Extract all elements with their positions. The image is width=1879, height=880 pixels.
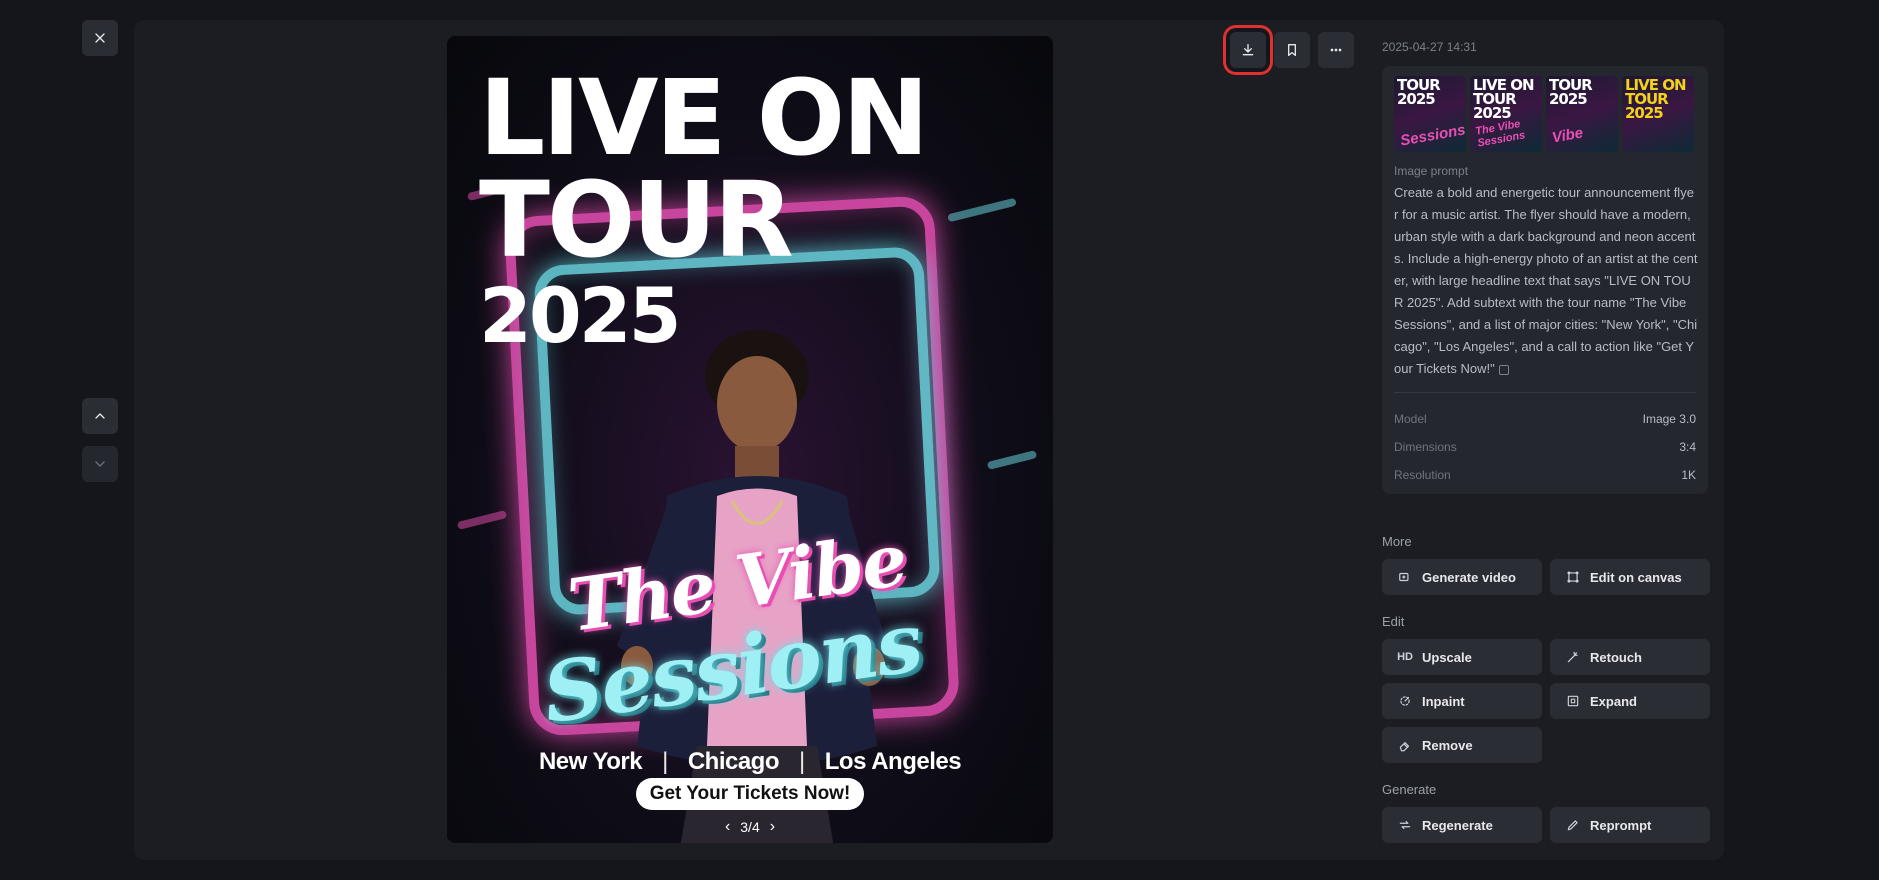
meta-row-resolution: Resolution 1K xyxy=(1394,468,1696,482)
headline-line-2: TOUR xyxy=(479,159,794,281)
more-horizontal-icon xyxy=(1330,48,1342,52)
image-pager: ‹ 3/4 › xyxy=(447,818,1053,836)
thumbnail[interactable]: LIVE ON TOUR 2025 The Vibe Sessions xyxy=(1470,76,1542,152)
thumbnail-script: Sessions xyxy=(1399,121,1466,150)
button-label: Upscale xyxy=(1422,649,1472,665)
prompt-body: Create a bold and energetic tour announc… xyxy=(1394,185,1698,376)
meta-row-dimensions: Dimensions 3:4 xyxy=(1394,440,1696,454)
bookmark-icon xyxy=(1288,44,1296,56)
retouch-button[interactable]: Retouch xyxy=(1550,639,1710,675)
city-label: Los Angeles xyxy=(824,748,962,775)
generate-video-button[interactable]: Generate video xyxy=(1382,559,1542,595)
button-label: Edit on canvas xyxy=(1590,569,1682,585)
divider xyxy=(1394,392,1696,393)
button-label: Reprompt xyxy=(1590,817,1652,833)
upscale-button[interactable]: HD Upscale xyxy=(1382,639,1542,675)
download-icon xyxy=(1242,44,1254,56)
bookmark-button[interactable] xyxy=(1274,32,1310,68)
timestamp: 2025-04-27 14:31 xyxy=(1382,40,1477,54)
chevron-up-icon xyxy=(95,413,105,419)
section-label-generate: Generate xyxy=(1382,782,1437,797)
expand-icon xyxy=(1566,694,1580,708)
neon-streak xyxy=(986,450,1038,470)
eraser-icon xyxy=(1398,738,1412,752)
next-image-button[interactable] xyxy=(82,446,118,482)
pencil-icon xyxy=(1566,818,1580,832)
regenerate-icon xyxy=(1398,818,1412,832)
chevron-down-icon xyxy=(95,461,105,467)
city-label: Chicago xyxy=(687,748,780,775)
button-label: Expand xyxy=(1590,693,1637,709)
generated-image[interactable]: LIVE ON TOUR 2025 The Vibe Sessions New … xyxy=(447,36,1053,843)
close-button[interactable] xyxy=(82,20,118,56)
thumbnail[interactable]: TOUR 2025 Vibe xyxy=(1546,76,1618,152)
meta-value: 1K xyxy=(1681,468,1696,482)
thumbnail[interactable]: LIVE ON TOUR 2025 xyxy=(1622,76,1694,152)
meta-value: 3:4 xyxy=(1679,440,1696,454)
meta-key: Model xyxy=(1394,412,1427,426)
copy-icon[interactable] xyxy=(1498,364,1509,375)
inpaint-icon xyxy=(1398,694,1412,708)
meta-row-model: Model Image 3.0 xyxy=(1394,412,1696,426)
section-label-more: More xyxy=(1382,534,1412,549)
button-label: Generate video xyxy=(1422,569,1516,585)
prompt-text: Create a bold and energetic tour announc… xyxy=(1394,182,1698,380)
inpaint-button[interactable]: Inpaint xyxy=(1382,683,1542,719)
thumbnail-strip: TOUR 2025 Sessions LIVE ON TOUR 2025 The… xyxy=(1394,76,1694,152)
meta-key: Dimensions xyxy=(1394,440,1457,454)
thumbnail-title: TOUR 2025 xyxy=(1397,76,1441,108)
city-separator: | xyxy=(799,748,805,775)
hd-icon: HD xyxy=(1397,651,1413,663)
edit-on-canvas-button[interactable]: Edit on canvas xyxy=(1550,559,1710,595)
download-button[interactable] xyxy=(1230,32,1266,68)
meta-key: Resolution xyxy=(1394,468,1451,482)
poster-headline: LIVE ON TOUR 2025 xyxy=(479,66,1039,358)
thumbnail-title: LIVE ON TOUR 2025 xyxy=(1473,76,1535,122)
thumbnail-title: TOUR 2025 xyxy=(1549,76,1593,108)
magic-wand-icon xyxy=(1566,650,1580,664)
poster-cta: Get Your Tickets Now! xyxy=(636,778,864,810)
close-icon xyxy=(95,33,105,43)
city-separator: | xyxy=(662,748,668,775)
thumbnail-title: LIVE ON TOUR 2025 xyxy=(1625,76,1687,122)
regenerate-button[interactable]: Regenerate xyxy=(1382,807,1542,843)
more-options-button[interactable] xyxy=(1318,32,1354,68)
city-label: New York xyxy=(538,748,643,775)
meta-value: Image 3.0 xyxy=(1642,412,1696,426)
button-label: Regenerate xyxy=(1422,817,1493,833)
prompt-label: Image prompt xyxy=(1394,164,1469,178)
reprompt-button[interactable]: Reprompt xyxy=(1550,807,1710,843)
expand-button[interactable]: Expand xyxy=(1550,683,1710,719)
poster-cities: New York | Chicago | Los Angeles xyxy=(447,748,1053,776)
neon-streak xyxy=(456,510,508,530)
button-label: Remove xyxy=(1422,737,1473,753)
section-label-edit: Edit xyxy=(1382,614,1405,629)
thumbnail[interactable]: TOUR 2025 Sessions xyxy=(1394,76,1466,152)
chevron-left-icon[interactable]: ‹ xyxy=(725,818,730,836)
thumbnail-script: Vibe xyxy=(1550,124,1585,147)
image-info-card: TOUR 2025 Sessions LIVE ON TOUR 2025 The… xyxy=(1382,66,1708,494)
previous-image-button[interactable] xyxy=(82,398,118,434)
headline-line-1: LIVE ON xyxy=(479,57,929,179)
button-label: Inpaint xyxy=(1422,693,1465,709)
button-label: Retouch xyxy=(1590,649,1642,665)
remove-button[interactable]: Remove xyxy=(1382,727,1542,763)
chevron-right-icon[interactable]: › xyxy=(770,818,775,836)
canvas-edit-icon xyxy=(1566,570,1580,584)
headline-line-3: 2025 xyxy=(479,271,682,360)
pager-count: 3/4 xyxy=(740,819,760,835)
video-plus-icon xyxy=(1398,570,1412,584)
